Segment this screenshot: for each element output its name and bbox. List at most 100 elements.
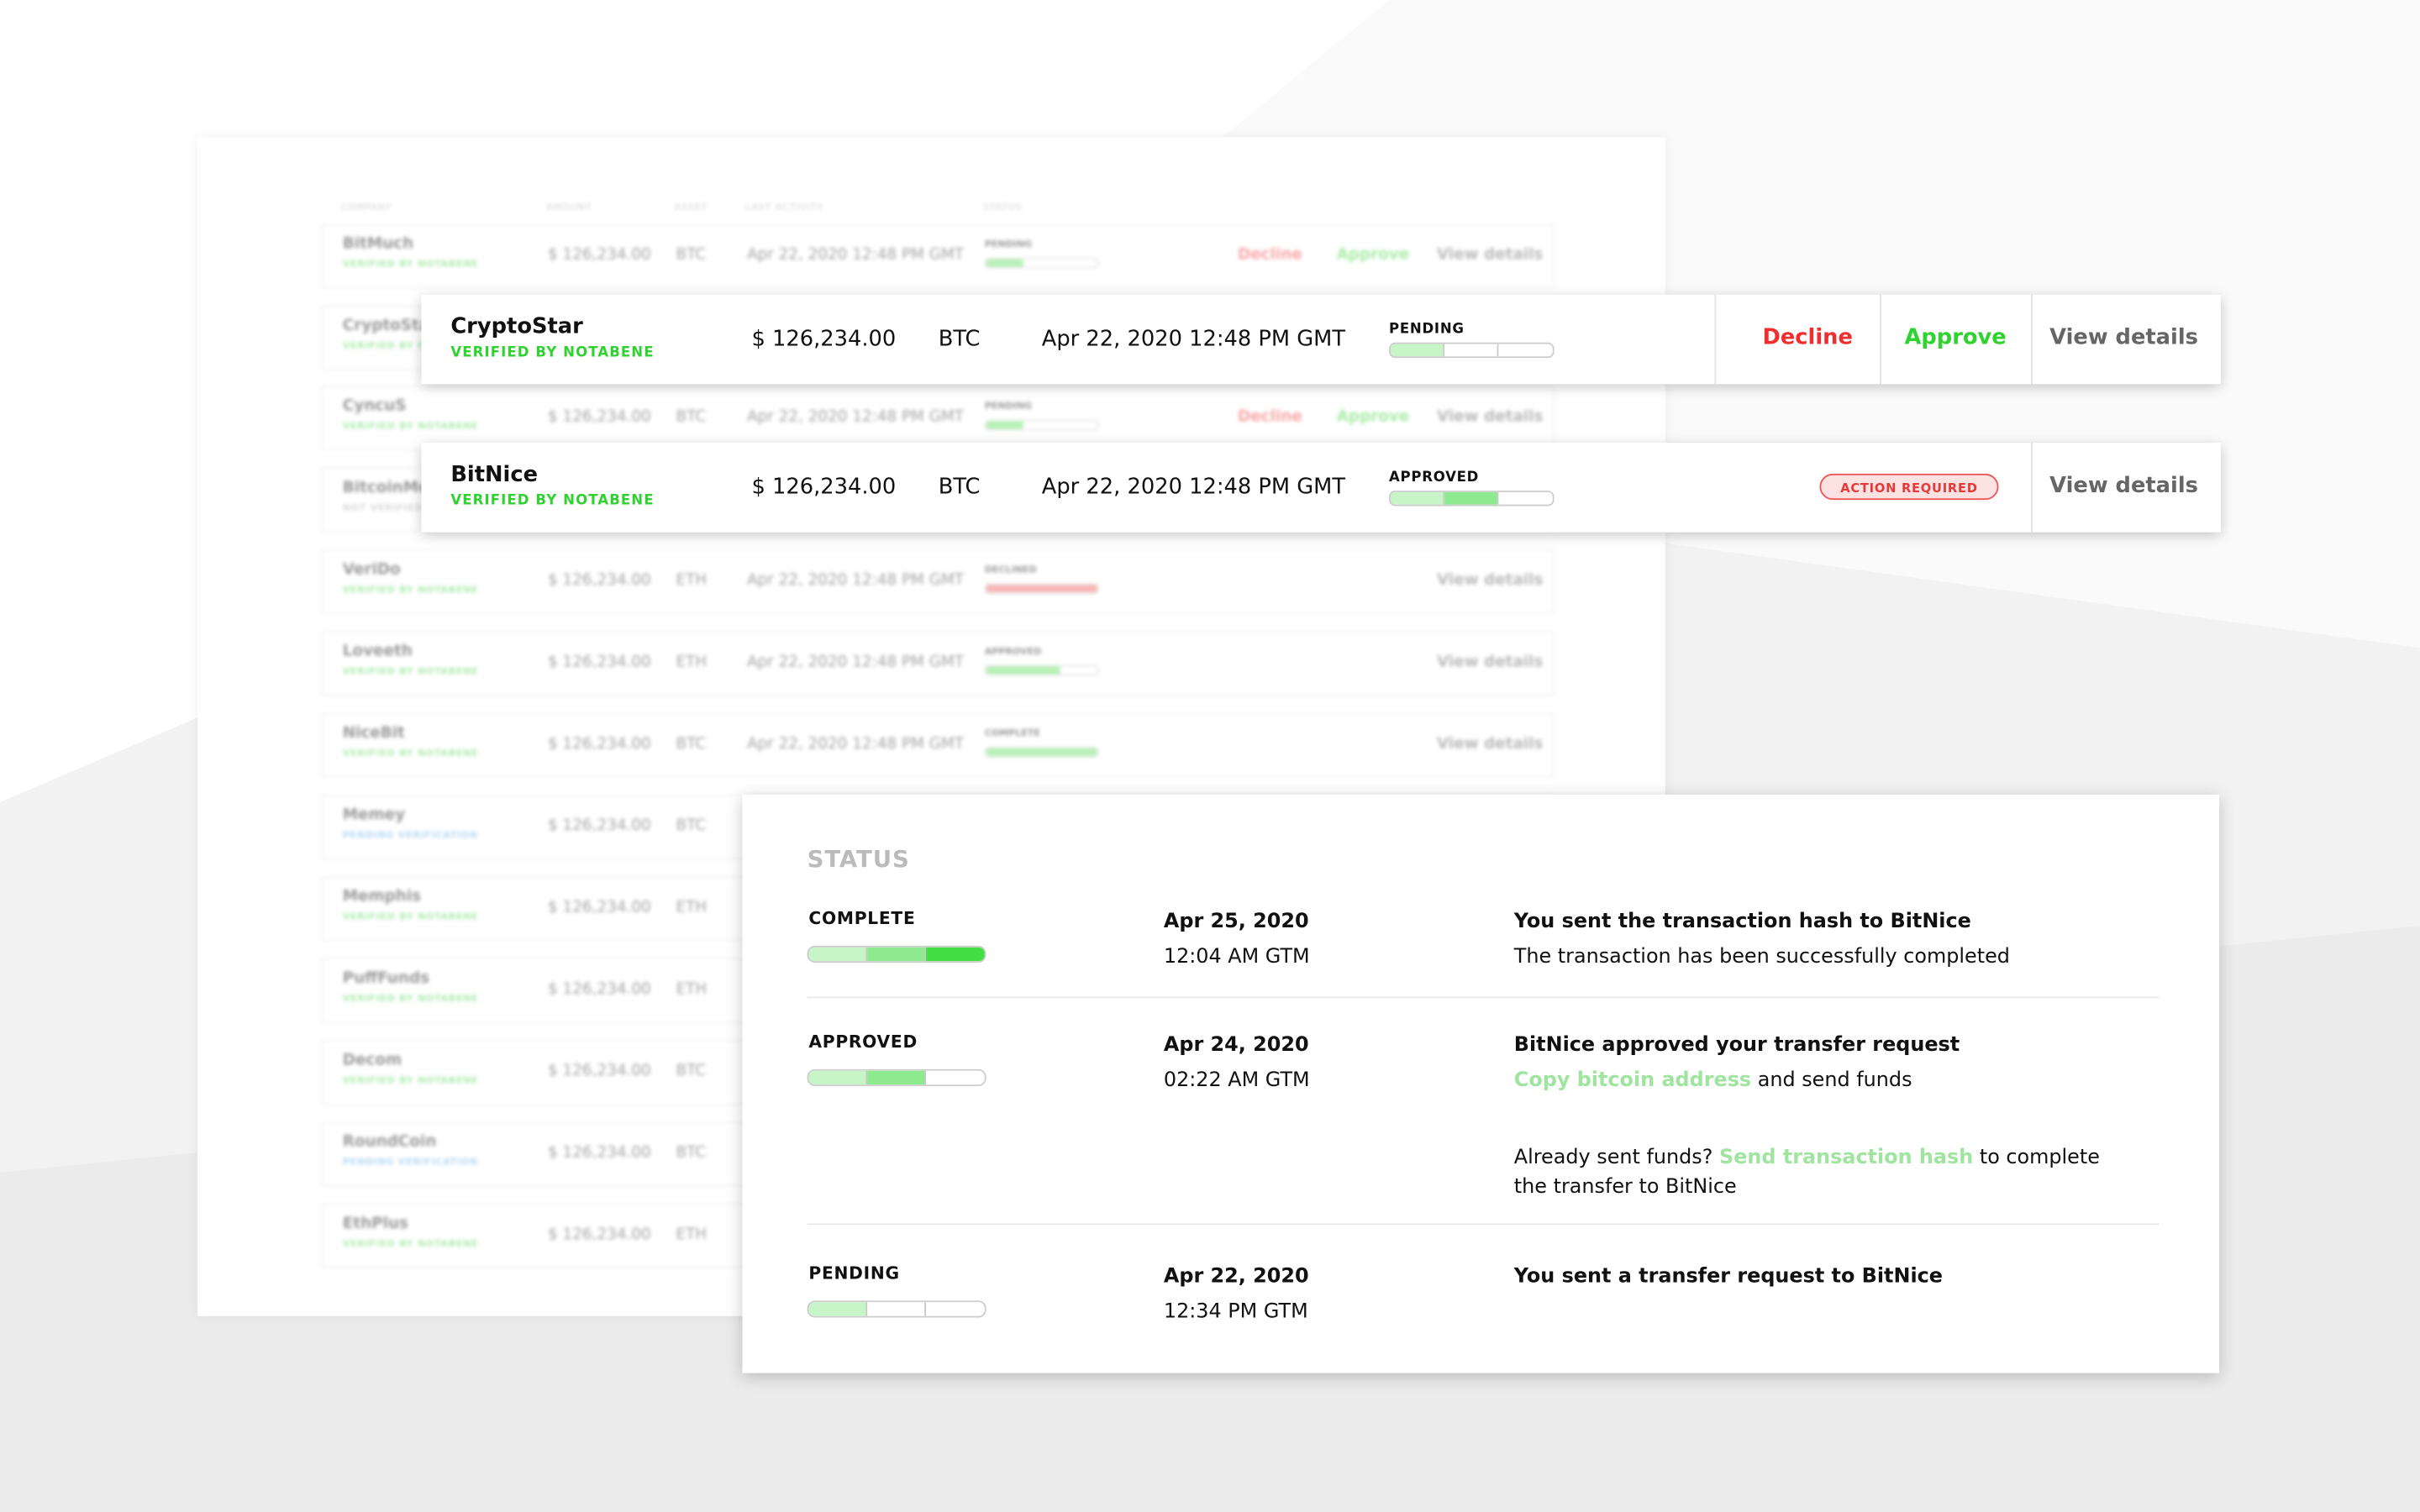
asset: BTC [676,408,707,426]
screen: COMPANY AMOUNT ASSET LAST ACTIVITY STATU… [0,0,2420,1512]
company-name: VeriDo [342,561,401,579]
header-company: COMPANY [340,202,392,213]
amount: $ 126,234.00 [548,1144,651,1163]
amount: $ 126,234.00 [751,475,897,501]
verification-status: VERIFIED BY NOTABENE [342,585,479,596]
send-transaction-hash-link[interactable]: Send transaction hash [1719,1147,1973,1170]
status-label: PENDING [984,401,1033,412]
asset: BTC [676,1063,707,1080]
view-details-button[interactable]: View details [1437,572,1543,589]
asset: ETH [676,981,708,999]
table-row[interactable]: BitMuch VERIFIED BY NOTABENE $ 126,234.00 B… [321,223,1555,289]
step-description: The transaction has been successfully co… [1513,945,2010,969]
approve-button[interactable]: Approve [1904,326,2006,350]
amount: $ 126,234.00 [548,408,651,426]
view-details-button[interactable]: View details [1437,654,1543,671]
table-row[interactable]: NiceBit VERIFIED BY NOTABENE $ 126,234.00 B… [321,712,1555,778]
verification-status: PENDING VERIFICATION [342,1157,478,1168]
view-details-button[interactable]: View details [1437,247,1543,264]
header-asset: ASSET [674,202,708,213]
company-name: BitcoinMe [342,480,429,497]
separator [807,996,2160,999]
divider [2031,443,2033,533]
header-amount: AMOUNT [546,202,592,213]
asset: ETH [676,654,708,671]
last-activity: Apr 22, 2020 12:48 PM GMT [746,654,965,671]
status-label: COMPLETE [984,727,1040,739]
status-progress-bar [984,746,1099,758]
status-progress-bar [984,664,1099,676]
view-details-button[interactable]: View details [2049,474,2198,498]
amount: $ 126,234.00 [548,736,651,753]
divider [1880,294,1881,385]
asset: BTC [938,327,981,352]
status-progress-bar [984,419,1099,431]
verification-status: VERIFIED BY NOTABENE [342,421,479,433]
amount: $ 126,234.00 [548,899,651,916]
step-progress-bar [807,1068,986,1087]
step-date: Apr 22, 2020 [1163,1265,1309,1289]
decline-button[interactable]: Decline [1238,247,1302,264]
asset: ETH [676,572,708,590]
table-row[interactable]: VeriDo VERIFIED BY NOTABENE $ 126,234.00 ET… [321,549,1555,615]
status-label: APPROVED [1389,470,1480,486]
divider [2031,294,2033,385]
amount: $ 126,234.00 [548,246,651,265]
step-heading: BitNice approved your transfer request [1513,1033,1960,1058]
view-details-button[interactable]: View details [1437,736,1543,753]
verification-status: VERIFIED BY NOTABENE [342,666,479,678]
step-description-text: and send funds [1751,1068,1912,1093]
company-name: PuffFunds [342,970,430,988]
company-name: Memey [342,806,406,824]
status-label: APPROVED [984,646,1042,658]
amount: $ 126,234.00 [548,981,651,999]
asset: BTC [676,736,707,753]
company-name: Loveeth [342,643,413,661]
status-progress-bar [984,257,1099,269]
action-required-badge[interactable]: ACTION REQUIRED [1819,473,1999,501]
verification-status: VERIFIED BY NOTABENE [450,345,655,361]
step-note: Already sent funds? Send transaction has… [1514,1143,2132,1202]
copy-bitcoin-address-link[interactable]: Copy bitcoin address [1514,1069,1751,1093]
company-name: CyncuS [342,397,407,416]
table-row[interactable]: CyncuS VERIFIED BY NOTABENE $ 126,234.00 BT… [321,386,1555,451]
status-progress-bar [984,583,1099,595]
step-description: Copy bitcoin address and send funds [1514,1069,1912,1093]
step-time: 12:34 PM GTM [1163,1300,1308,1324]
status-label: PENDING [1389,322,1465,339]
last-activity: Apr 22, 2020 12:48 PM GMT [746,572,965,590]
status-panel-title: STATUS [807,845,910,874]
step-label: COMPLETE [808,908,916,929]
step-date: Apr 25, 2020 [1163,910,1309,934]
asset: ETH [676,1226,708,1244]
decline-button[interactable]: Decline [1238,409,1302,426]
asset: BTC [676,246,707,265]
decline-button[interactable]: Decline [1763,326,1853,350]
asset: BTC [676,1144,707,1163]
verification-status: VERIFIED BY NOTABENE [342,1075,479,1087]
table-row[interactable]: Loveeth VERIFIED BY NOTABENE $ 126,234.00 E… [321,631,1555,696]
last-activity: Apr 22, 2020 12:48 PM GMT [1041,475,1346,501]
approve-button[interactable]: Approve [1337,247,1410,264]
table-row-bitnice[interactable]: BitNice VERIFIED BY NOTABENE $ 126,234.0… [421,443,2222,533]
amount: $ 126,234.00 [548,1226,651,1244]
amount: $ 126,234.00 [548,572,651,590]
table-row-cryptostar[interactable]: CryptoStar VERIFIED BY NOTABENE $ 126,23… [421,294,2222,385]
company-name: BitMuch [342,236,414,254]
approve-button[interactable]: Approve [1337,409,1410,426]
company-name: EthPlus [342,1215,408,1233]
last-activity: Apr 22, 2020 12:48 PM GMT [746,736,965,753]
header-status: STATUS [982,202,1023,213]
verification-status: VERIFIED BY NOTABENE [342,1238,479,1250]
step-progress-bar [807,945,986,963]
last-activity: Apr 22, 2020 12:48 PM GMT [746,408,965,426]
status-label: PENDING [984,239,1033,250]
step-time: 12:04 AM GTM [1163,945,1310,969]
view-details-button[interactable]: View details [2049,326,2198,350]
company-name: NiceBit [342,725,405,743]
company-name: RoundCoin [342,1133,437,1152]
status-panel: STATUS COMPLETE Apr 25, 2020 12:04 AM GT… [742,794,2220,1373]
verification-status: PENDING VERIFICATION [342,830,478,842]
step-progress-bar [807,1300,986,1318]
view-details-button[interactable]: View details [1437,409,1543,426]
